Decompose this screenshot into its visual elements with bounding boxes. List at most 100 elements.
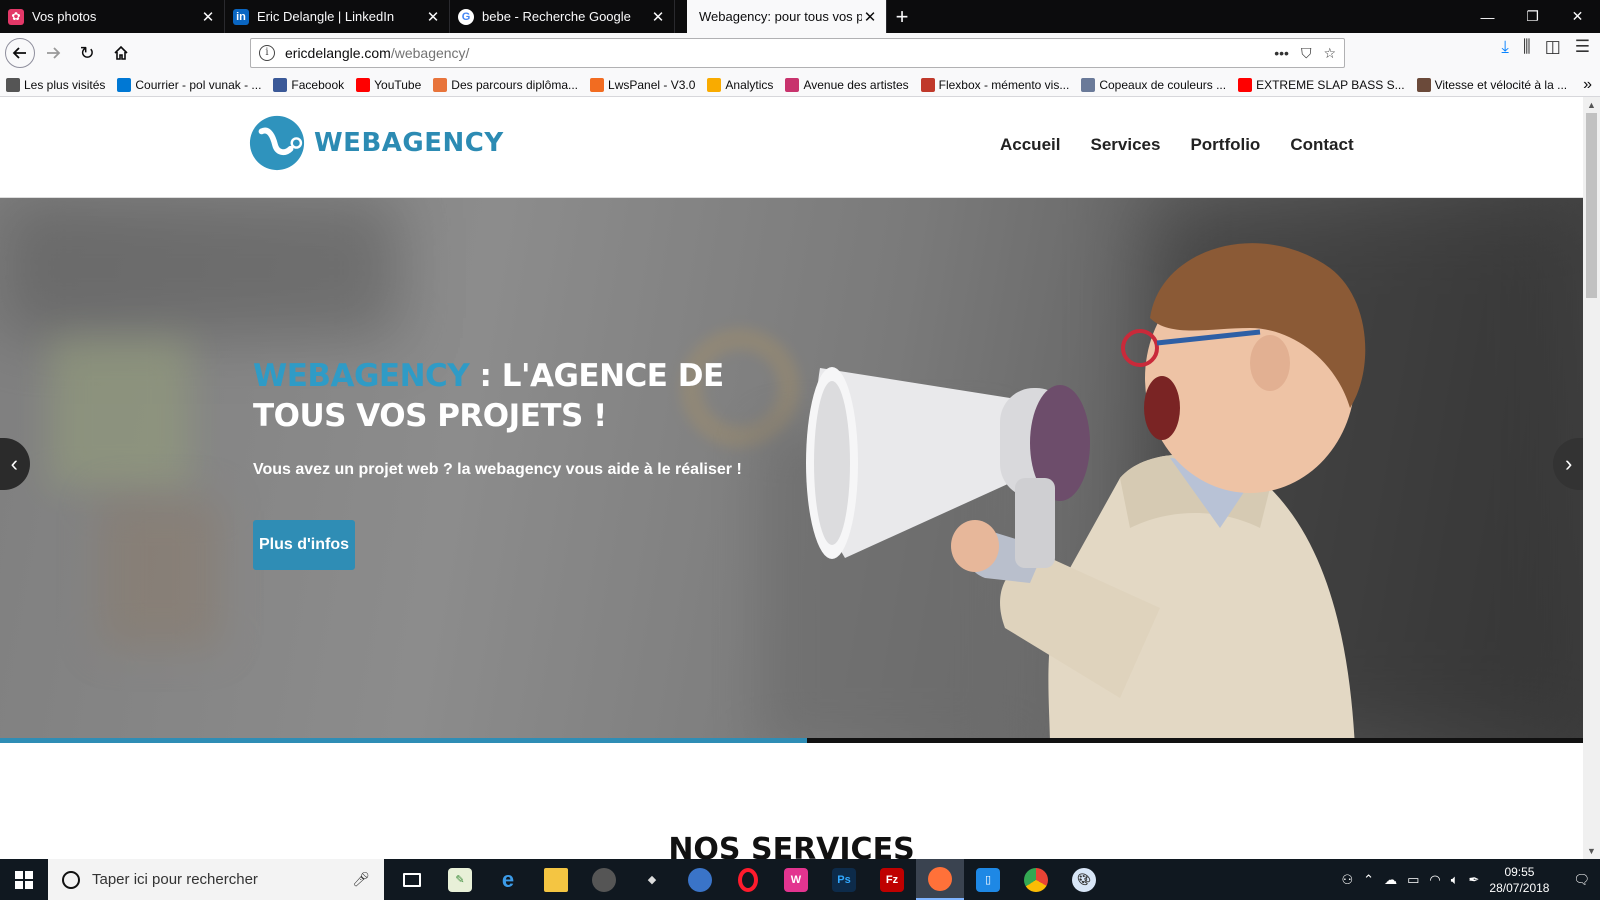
wifi-icon[interactable]: ◠ bbox=[1429, 872, 1440, 888]
hero-background-shape bbox=[0, 198, 400, 338]
bookmark-label: Analytics bbox=[725, 77, 774, 92]
bookmark-item[interactable]: Flexbox - mémento vis... bbox=[915, 77, 1076, 92]
bookmark-item[interactable]: Courrier - pol vunak - ... bbox=[111, 77, 267, 92]
scroll-up-icon[interactable]: ▲ bbox=[1583, 97, 1600, 113]
image-icon bbox=[1416, 77, 1431, 92]
bookmark-item[interactable]: Avenue des artistes bbox=[779, 77, 914, 92]
bookmark-item[interactable]: Facebook bbox=[267, 77, 350, 92]
microphone-icon[interactable]: 🎤︎ bbox=[352, 871, 370, 888]
bookmark-item[interactable]: Analytics bbox=[701, 77, 779, 92]
onedrive-icon[interactable]: ☁ bbox=[1384, 872, 1397, 888]
home-button[interactable] bbox=[105, 37, 137, 69]
photoshop-icon[interactable]: Ps bbox=[820, 859, 868, 900]
restore-icon[interactable]: ❐ bbox=[1510, 0, 1555, 33]
scroll-down-icon[interactable]: ▼ bbox=[1583, 843, 1600, 859]
firefox-icon[interactable] bbox=[916, 859, 964, 900]
pocket-icon[interactable]: ⛉ bbox=[1301, 45, 1312, 62]
bookmark-item[interactable]: Copeaux de couleurs ... bbox=[1075, 77, 1232, 92]
slider-prev-button[interactable]: ‹ bbox=[0, 438, 30, 490]
volume-icon[interactable]: 🔈︎ bbox=[1451, 872, 1459, 888]
bookmark-label: Vitesse et vélocité à la ... bbox=[1434, 77, 1568, 92]
info-icon[interactable]: i bbox=[259, 45, 275, 61]
app-notes-icon[interactable]: ✎ bbox=[436, 859, 484, 900]
wamp-icon[interactable]: W bbox=[772, 859, 820, 900]
hero-background-shape bbox=[50, 338, 190, 488]
taskbar-clock[interactable]: 09:55 28/07/2018 bbox=[1489, 864, 1549, 896]
close-icon[interactable]: ✕ bbox=[425, 8, 441, 26]
scrollbar-thumb[interactable] bbox=[1586, 113, 1597, 298]
system-tray: ⚇ ⌃ ☁ ▭ ◠ 🔈︎ ✒ 09:55 28/07/2018 🗨︎ bbox=[1342, 864, 1600, 896]
menu-item-services[interactable]: Services bbox=[1090, 135, 1160, 155]
photos-icon: ✿ bbox=[8, 8, 24, 25]
edge-icon[interactable]: e bbox=[484, 859, 532, 900]
bookmark-label: Avenue des artistes bbox=[803, 77, 909, 92]
bookmark-item[interactable]: LwsPanel - V3.0 bbox=[584, 77, 701, 92]
pen-icon[interactable]: ✒ bbox=[1469, 872, 1480, 888]
youtube-icon bbox=[1238, 77, 1253, 92]
main-menu: Accueil Services Portfolio Contact bbox=[1000, 135, 1354, 155]
bookmark-label: EXTREME SLAP BASS S... bbox=[1256, 77, 1405, 92]
menu-item-contact[interactable]: Contact bbox=[1290, 135, 1353, 155]
reload-button[interactable]: ↻ bbox=[71, 37, 103, 69]
chrome-icon[interactable] bbox=[1012, 859, 1060, 900]
google-icon: G bbox=[458, 8, 474, 25]
openclassrooms-icon bbox=[433, 77, 448, 92]
windows-taskbar: Taper ici pour rechercher 🎤︎ ✎ e ◆ W Ps … bbox=[0, 859, 1600, 900]
tab-webagency[interactable]: Webagency: pour tous vos proj ✕ bbox=[687, 0, 887, 33]
task-view-icon[interactable] bbox=[388, 859, 436, 900]
app-icon[interactable]: ▯ bbox=[964, 859, 1012, 900]
bookmark-item[interactable]: Des parcours diplôma... bbox=[427, 77, 584, 92]
menu-item-accueil[interactable]: Accueil bbox=[1000, 135, 1060, 155]
page-scrollbar[interactable]: ▲ ▼ bbox=[1583, 97, 1600, 859]
new-tab-button[interactable]: + bbox=[887, 0, 917, 33]
url-bar[interactable]: i ericdelangle.com/webagency/ ••• ⛉ ☆ bbox=[250, 38, 1345, 68]
filezilla-icon[interactable]: Fz bbox=[868, 859, 916, 900]
bookmark-label: Des parcours diplôma... bbox=[451, 77, 579, 92]
facebook-icon bbox=[273, 77, 288, 92]
hero-subtitle: Vous avez un projet web ? la webagency v… bbox=[253, 461, 742, 478]
start-button[interactable] bbox=[0, 859, 48, 900]
download-icon[interactable]: ⤓ bbox=[1501, 37, 1509, 57]
menu-item-portfolio[interactable]: Portfolio bbox=[1190, 135, 1260, 155]
close-icon[interactable]: ✕ bbox=[200, 8, 216, 26]
window-close-icon[interactable]: ✕ bbox=[1555, 0, 1600, 33]
people-icon[interactable]: ⚇ bbox=[1342, 872, 1354, 888]
bookmark-item[interactable]: Les plus visités bbox=[0, 77, 111, 92]
bookmark-item[interactable]: YouTube bbox=[350, 77, 427, 92]
file-explorer-icon[interactable] bbox=[532, 859, 580, 900]
opera-icon[interactable] bbox=[724, 859, 772, 900]
bookmark-item[interactable]: EXTREME SLAP BASS S... bbox=[1232, 77, 1411, 92]
menu-icon[interactable]: ☰ bbox=[1575, 37, 1590, 57]
bookmark-star-icon[interactable]: ☆ bbox=[1323, 45, 1336, 62]
more-info-button[interactable]: Plus d'infos bbox=[253, 520, 355, 570]
sidebar-icon[interactable]: ◫ bbox=[1545, 37, 1561, 57]
tab-vos-photos[interactable]: ✿ Vos photos ✕ bbox=[0, 0, 225, 33]
more-bookmarks-icon[interactable]: » bbox=[1583, 76, 1600, 94]
taskbar-search[interactable]: Taper ici pour rechercher 🎤︎ bbox=[48, 859, 384, 900]
notifications-icon[interactable]: 🗨︎ bbox=[1573, 872, 1590, 888]
page-actions-icon[interactable]: ••• bbox=[1274, 45, 1289, 62]
app-icon[interactable] bbox=[676, 859, 724, 900]
bookmark-item[interactable]: Vitesse et vélocité à la ... bbox=[1411, 77, 1574, 92]
minimize-icon[interactable]: — bbox=[1465, 0, 1510, 33]
back-button[interactable] bbox=[5, 38, 35, 68]
bookmarks-bar: Les plus visités Courrier - pol vunak - .… bbox=[0, 73, 1600, 97]
library-icon[interactable]: ⫼ bbox=[1523, 37, 1531, 57]
paint-icon[interactable]: 🎨︎ bbox=[1060, 859, 1108, 900]
url-path: /webagency/ bbox=[390, 45, 470, 61]
site-logo[interactable]: WEBAGENCY bbox=[248, 114, 504, 172]
tab-google[interactable]: G bebe - Recherche Google ✕ bbox=[450, 0, 675, 33]
chevron-up-icon[interactable]: ⌃ bbox=[1363, 872, 1374, 888]
app-icon[interactable]: ◆ bbox=[628, 859, 676, 900]
battery-icon[interactable]: ▭ bbox=[1407, 872, 1419, 888]
bookmark-label: YouTube bbox=[374, 77, 422, 92]
clock-date: 28/07/2018 bbox=[1489, 880, 1550, 895]
close-icon[interactable]: ✕ bbox=[862, 8, 878, 26]
forward-button[interactable] bbox=[37, 37, 69, 69]
app-icon[interactable] bbox=[580, 859, 628, 900]
tab-linkedin[interactable]: in Eric Delangle | LinkedIn ✕ bbox=[225, 0, 450, 33]
bookmark-label: LwsPanel - V3.0 bbox=[608, 77, 696, 92]
bookmark-label: Courrier - pol vunak - ... bbox=[135, 77, 262, 92]
arrow-right-icon bbox=[47, 47, 61, 59]
close-icon[interactable]: ✕ bbox=[650, 8, 666, 26]
